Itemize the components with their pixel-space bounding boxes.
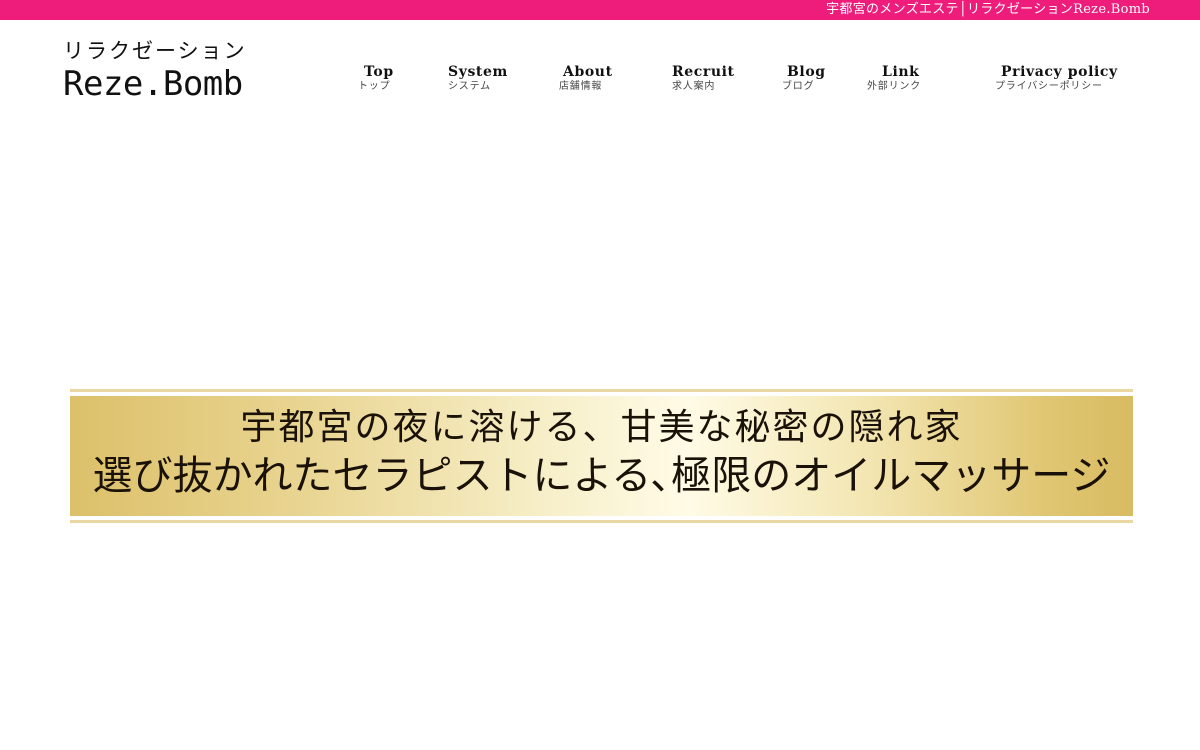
gold-gradient-band: 宇都宮の夜に溶ける、甘美な秘密の隠れ家 選び抜かれたセラピストによる､極限のオイ… <box>70 396 1133 516</box>
nav-item-recruit[interactable]: Recruit 求人案内 <box>672 63 735 93</box>
nav-item-link-sub: 外部リンク <box>867 81 921 92</box>
nav-item-about-label: About <box>563 64 613 80</box>
nav-item-privacy-policy[interactable]: Privacy policy プライバシーポリシー <box>995 63 1118 93</box>
nav-item-about-sub: 店舗情報 <box>559 81 603 92</box>
top-bar-text: 宇都宮のメンズエステ│リラクゼーションReze.Bomb <box>826 2 1150 17</box>
nav-item-blog-sub: ブログ <box>782 81 815 92</box>
nav-item-privacy-policy-sub: プライバシーポリシー <box>995 81 1103 92</box>
nav-item-blog[interactable]: Blog ブログ <box>782 63 826 93</box>
catchphrase-line-2: 選び抜かれたセラピストによる､極限のオイルマッサージ <box>92 453 1111 499</box>
nav-item-system-sub: システム <box>448 81 491 92</box>
nav-item-link[interactable]: Link 外部リンク <box>867 63 921 93</box>
nav-item-system-label: System <box>448 64 508 80</box>
catchphrase-banner: 宇都宮の夜に溶ける、甘美な秘密の隠れ家 選び抜かれたセラピストによる､極限のオイ… <box>70 389 1133 523</box>
nav-item-top-label: Top <box>364 64 394 80</box>
nav-item-privacy-policy-label: Privacy policy <box>1001 64 1118 80</box>
nav-item-recruit-sub: 求人案内 <box>672 81 716 92</box>
site-header: リラクゼーション Reze.Bomb Top トップ System システム A… <box>0 20 1200 120</box>
catchphrase-line-1: 宇都宮の夜に溶ける、甘美な秘密の隠れ家 <box>240 407 963 448</box>
nav-item-top-sub: トップ <box>358 81 391 92</box>
logo-name: Reze.Bomb <box>63 64 243 104</box>
nav-item-recruit-label: Recruit <box>672 64 735 80</box>
top-bar: 宇都宮のメンズエステ│リラクゼーションReze.Bomb <box>0 0 1200 20</box>
logo-subtitle: リラクゼーション <box>63 39 247 63</box>
nav-item-about[interactable]: About 店舗情報 <box>559 63 613 93</box>
site-logo[interactable]: リラクゼーション Reze.Bomb <box>63 38 283 104</box>
nav-item-blog-label: Blog <box>787 64 826 80</box>
nav-item-top[interactable]: Top トップ <box>358 63 394 93</box>
nav-item-system[interactable]: System システム <box>448 63 508 93</box>
nav-item-link-label: Link <box>882 64 920 80</box>
